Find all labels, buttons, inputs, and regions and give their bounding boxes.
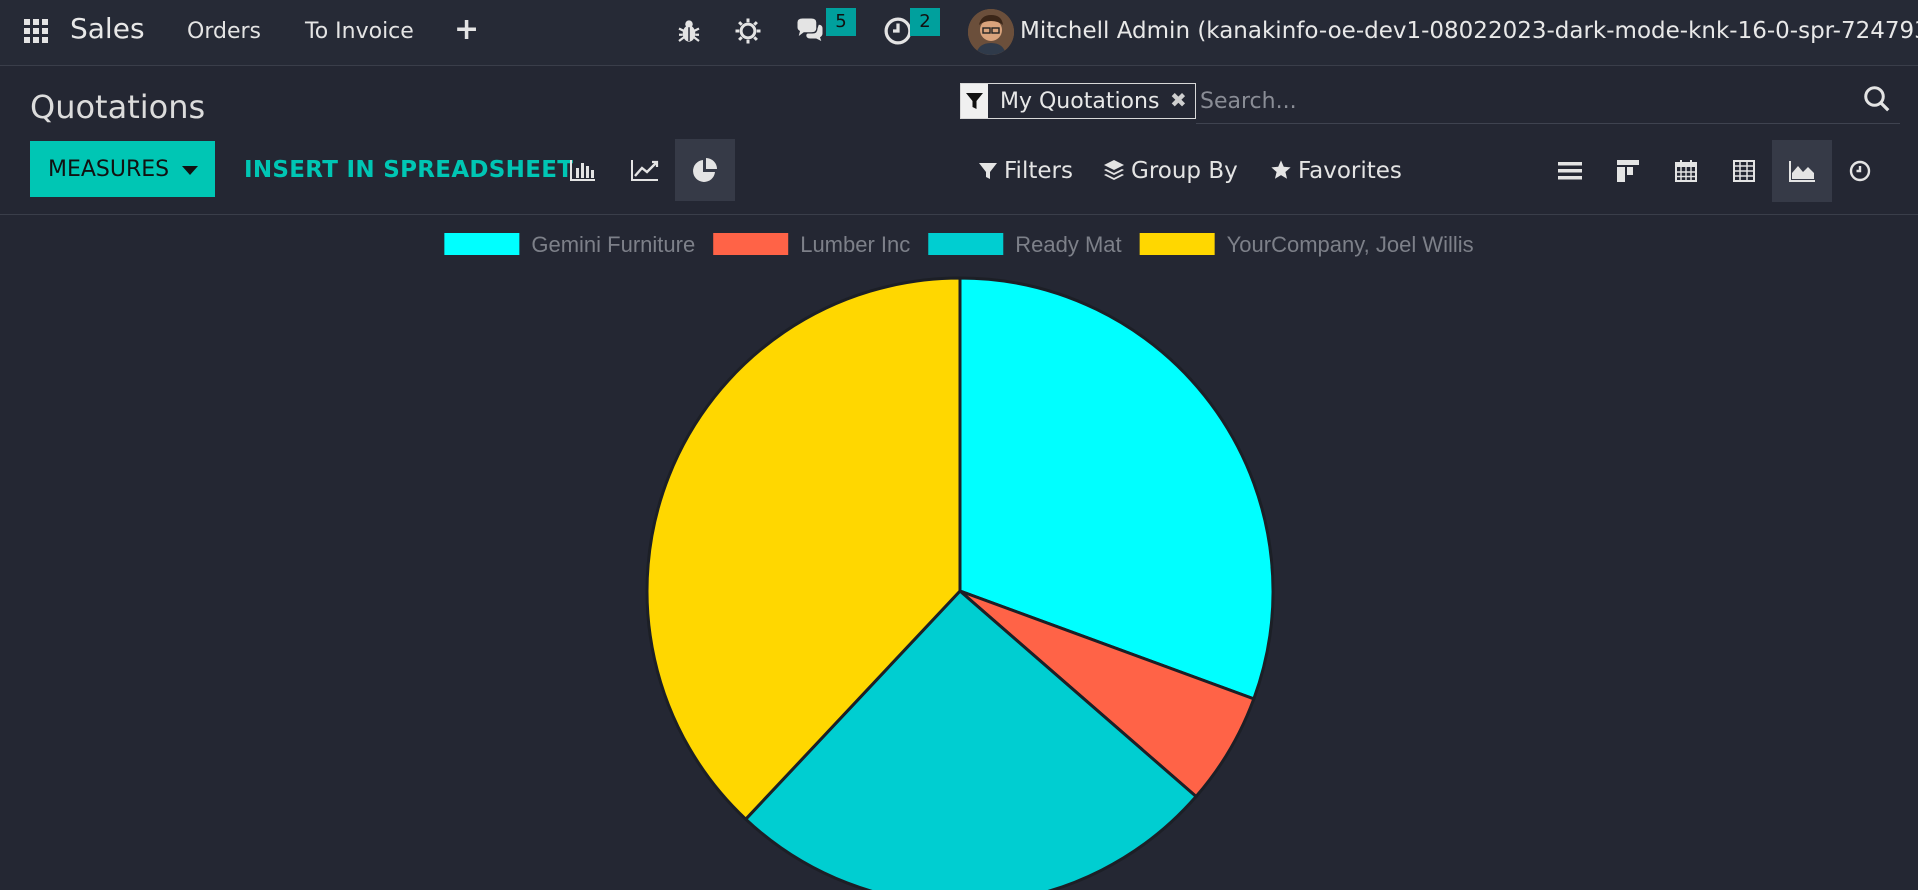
bar-chart-button[interactable] bbox=[553, 139, 613, 201]
filter-icon bbox=[979, 163, 997, 179]
activities-badge: 2 bbox=[910, 8, 940, 36]
chart-legend: Gemini Furniture Lumber Inc Ready Mat YourC… bbox=[444, 232, 1474, 257]
filters-button[interactable]: Filters bbox=[978, 158, 1073, 184]
menu-to-invoice[interactable]: To Invoice bbox=[305, 19, 414, 44]
pie-chart-button[interactable] bbox=[675, 139, 735, 201]
search-underline bbox=[1196, 123, 1900, 124]
top-navbar: Sales Orders To Invoice + 5 2 Mitchell A… bbox=[0, 0, 1918, 66]
legend-label[interactable]: YourCompany, Joel Willis bbox=[1227, 232, 1474, 257]
legend-swatch[interactable] bbox=[713, 233, 789, 255]
activities-clock-icon[interactable] bbox=[883, 16, 913, 46]
legend-swatch[interactable] bbox=[444, 233, 520, 255]
favorites-label: Favorites bbox=[1298, 158, 1402, 184]
calendar-view-button[interactable] bbox=[1656, 140, 1716, 202]
filter-facet-icon bbox=[961, 84, 988, 118]
insert-in-spreadsheet-button[interactable]: INSERT IN SPREADSHEET bbox=[244, 157, 573, 183]
measures-label: MEASURES bbox=[48, 156, 170, 182]
legend-swatch[interactable] bbox=[1139, 233, 1215, 255]
user-menu-name[interactable]: Mitchell Admin (kanakinfo-oe-dev1-080220… bbox=[1020, 18, 1918, 44]
group-by-button[interactable]: Group By bbox=[1103, 158, 1238, 184]
group-by-label: Group By bbox=[1131, 158, 1238, 184]
line-chart-button[interactable] bbox=[615, 139, 675, 201]
legend-label[interactable]: Lumber Inc bbox=[800, 232, 910, 257]
search-icon[interactable] bbox=[1862, 84, 1892, 114]
page-title: Quotations bbox=[30, 88, 206, 126]
layers-icon bbox=[1104, 160, 1124, 180]
debug-bug-icon[interactable] bbox=[674, 16, 704, 46]
apps-menu-icon[interactable] bbox=[22, 17, 50, 45]
list-view-button[interactable] bbox=[1540, 140, 1600, 202]
bar-chart-icon bbox=[570, 160, 595, 181]
pivot-view-button[interactable] bbox=[1714, 140, 1774, 202]
user-avatar[interactable] bbox=[968, 9, 1014, 55]
kanban-view-button[interactable] bbox=[1598, 140, 1658, 202]
pie-chart: Gemini Furniture Lumber Inc Ready Mat YourC… bbox=[444, 232, 1474, 890]
facet-label: My Quotations bbox=[1000, 89, 1160, 114]
list-view-icon bbox=[1558, 162, 1582, 180]
pie-chart-icon bbox=[693, 158, 717, 182]
dark-mode-toggle-icon[interactable] bbox=[733, 16, 763, 46]
messages-icon[interactable] bbox=[795, 16, 825, 46]
caret-down-icon bbox=[182, 166, 198, 175]
menu-orders[interactable]: Orders bbox=[187, 19, 261, 44]
facet-remove-icon[interactable]: ✖ bbox=[1170, 88, 1187, 112]
kanban-view-icon bbox=[1617, 160, 1639, 182]
legend-label[interactable]: Gemini Furniture bbox=[531, 232, 695, 257]
pie-slices bbox=[645, 276, 1275, 890]
activity-view-button[interactable] bbox=[1830, 140, 1890, 202]
line-chart-icon bbox=[631, 160, 659, 181]
legend-swatch[interactable] bbox=[928, 233, 1004, 255]
measures-button[interactable]: MEASURES bbox=[30, 141, 215, 197]
area-chart-icon bbox=[1789, 161, 1815, 182]
graph-view-button[interactable] bbox=[1772, 140, 1832, 202]
favorites-button[interactable]: Favorites bbox=[1270, 158, 1402, 184]
activity-clock-icon bbox=[1849, 160, 1871, 182]
star-icon bbox=[1271, 160, 1291, 179]
search-facet: My Quotations ✖ bbox=[960, 83, 1196, 119]
pivot-table-icon bbox=[1733, 160, 1755, 182]
app-name[interactable]: Sales bbox=[70, 12, 145, 45]
legend-label[interactable]: Ready Mat bbox=[1015, 232, 1121, 257]
calendar-view-icon bbox=[1675, 160, 1697, 182]
messages-badge: 5 bbox=[826, 8, 856, 36]
plus-icon[interactable]: + bbox=[454, 12, 479, 47]
search-input[interactable] bbox=[1200, 84, 1840, 118]
filters-label: Filters bbox=[1004, 158, 1073, 184]
